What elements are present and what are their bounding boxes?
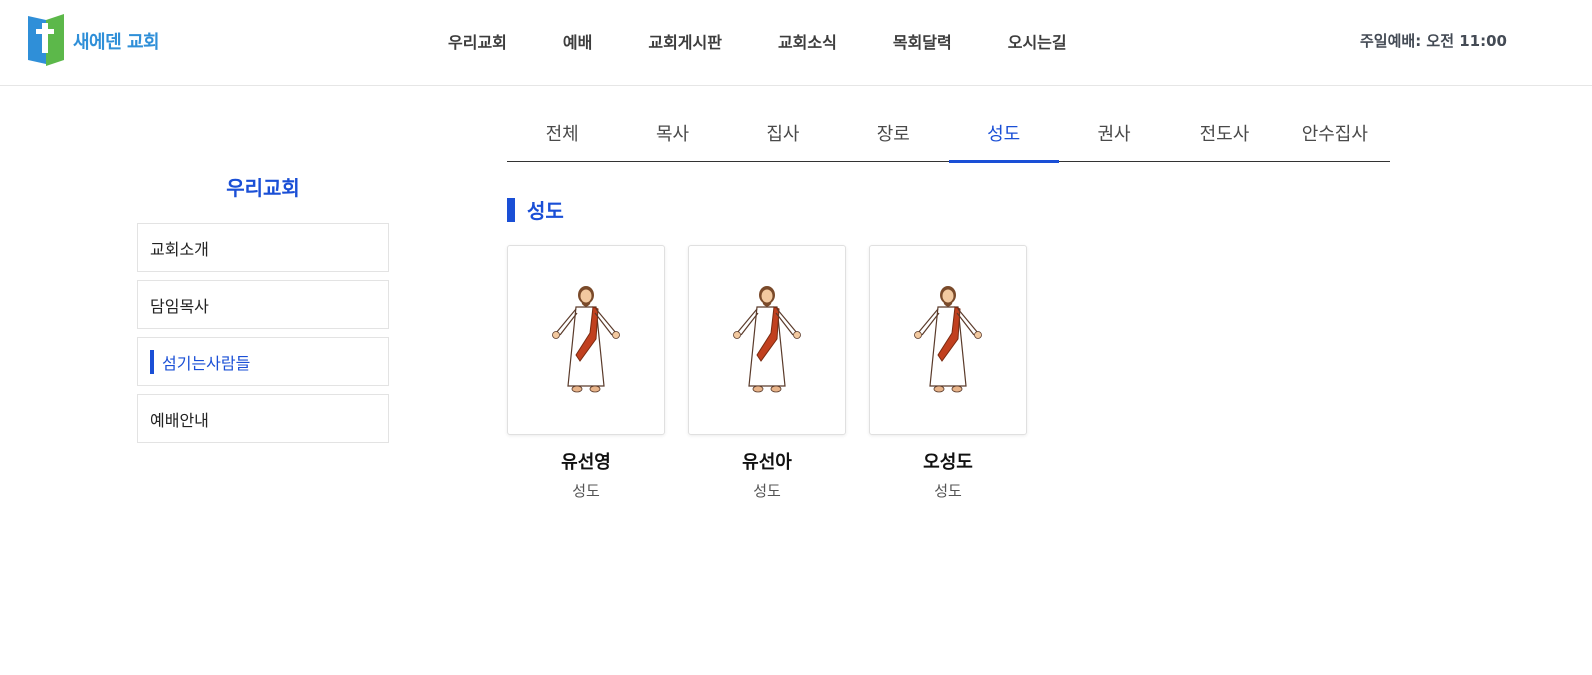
member-role: 성도	[572, 482, 600, 500]
jesus-figure-icon	[552, 286, 620, 393]
sidebar-item-worship-info[interactable]: 예배안내	[137, 394, 389, 443]
sidebar-menu: 교회소개 담임목사 섬기는사람들 예배안내	[137, 223, 389, 451]
site-header: 새에덴 교회 우리교회 예배 교회게시판 교회소식 목회달력 오시는길 주일예배…	[0, 0, 1592, 86]
nav-item-worship[interactable]: 예배	[563, 29, 592, 53]
tab-all[interactable]: 전체	[507, 104, 617, 161]
member-name: 유선영	[561, 452, 611, 473]
role-tabs: 전체 목사 집사 장로 성도 권사 전도사 안수집사	[507, 104, 1390, 163]
sidebar-item-intro[interactable]: 교회소개	[137, 223, 389, 272]
nav-item-news[interactable]: 교회소식	[778, 29, 837, 53]
member-photo[interactable]	[869, 245, 1027, 435]
cross-book-logo-icon	[28, 14, 64, 66]
member-cards: 유선영 성도 유선아 성도 오성도 성도	[507, 245, 1050, 501]
section-title: 성도	[527, 199, 564, 223]
nav-item-church[interactable]: 우리교회	[448, 29, 507, 53]
member-name: 오성도	[923, 452, 973, 473]
member-name: 유선아	[742, 452, 792, 473]
sidebar-item-label: 담임목사	[150, 296, 209, 316]
logo-text: 새에덴 교회	[73, 32, 160, 53]
sidebar-item-pastor[interactable]: 담임목사	[137, 280, 389, 329]
tab-evangelist[interactable]: 전도사	[1169, 104, 1279, 161]
sidebar-item-label: 섬기는사람들	[162, 353, 251, 373]
main-nav: 우리교회 예배 교회게시판 교회소식 목회달력 오시는길	[448, 29, 1067, 53]
tab-kwonsa[interactable]: 권사	[1059, 104, 1169, 161]
member-role: 성도	[753, 482, 781, 500]
tab-member[interactable]: 성도	[948, 104, 1060, 163]
member-photo[interactable]	[688, 245, 846, 435]
jesus-figure-icon	[914, 286, 982, 393]
nav-item-calendar[interactable]: 목회달력	[893, 29, 952, 53]
nav-item-directions[interactable]: 오시는길	[1008, 29, 1067, 53]
active-indicator	[150, 350, 154, 374]
section-heading: 성도	[507, 195, 564, 224]
member-card[interactable]: 유선영 성도	[507, 245, 665, 501]
nav-item-board[interactable]: 교회게시판	[648, 29, 722, 53]
member-card[interactable]: 오성도 성도	[869, 245, 1027, 501]
jesus-figure-icon	[733, 286, 801, 393]
tab-deacon[interactable]: 집사	[728, 104, 838, 161]
member-card[interactable]: 유선아 성도	[688, 245, 846, 501]
sidebar-title: 우리교회	[226, 176, 300, 200]
sidebar-item-label: 예배안내	[150, 410, 209, 430]
tab-ordained-deacon[interactable]: 안수집사	[1280, 104, 1390, 161]
tab-elder[interactable]: 장로	[838, 104, 948, 161]
sidebar-item-label: 교회소개	[150, 239, 209, 259]
member-photo[interactable]	[507, 245, 665, 435]
logo[interactable]: 새에덴 교회	[28, 14, 160, 68]
section-bar	[507, 197, 515, 222]
member-role: 성도	[934, 482, 962, 500]
service-time: 주일예배: 오전 11:00	[1360, 32, 1507, 50]
sidebar-item-servants[interactable]: 섬기는사람들	[137, 337, 389, 386]
tab-pastor[interactable]: 목사	[617, 104, 727, 161]
